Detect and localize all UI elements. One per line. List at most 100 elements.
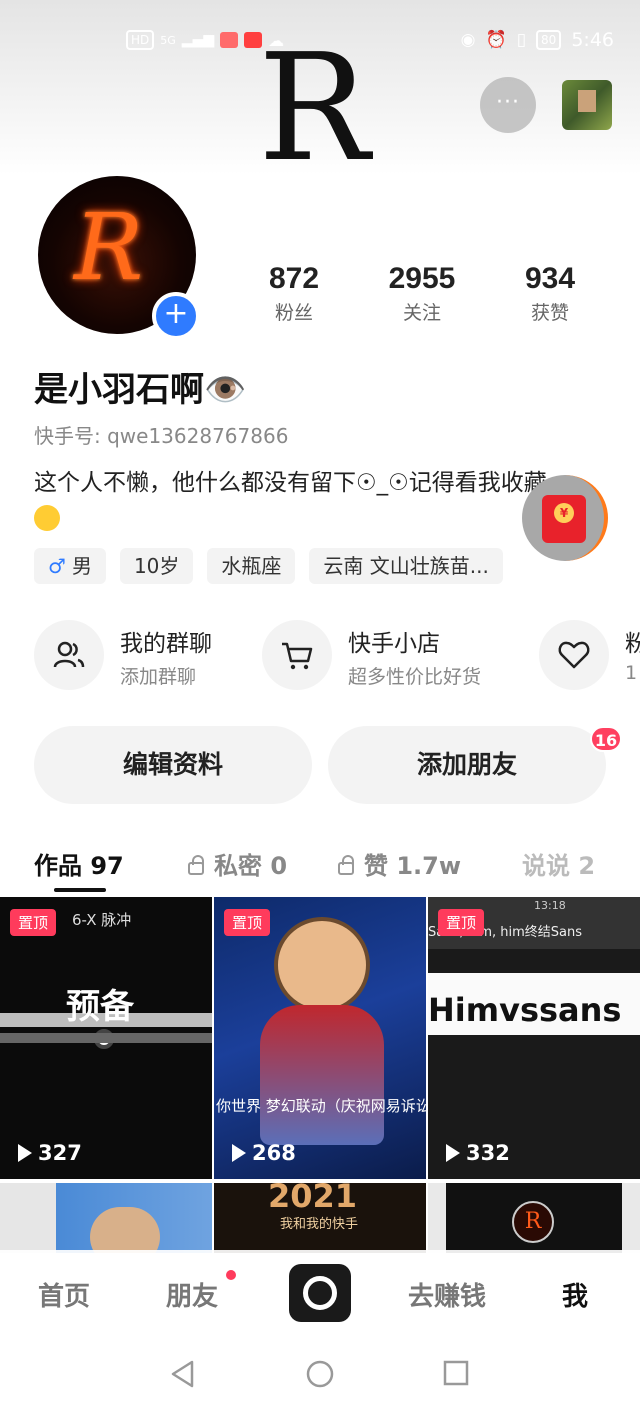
bottom-navigation: 首页 朋友 去赚钱 我 [0, 1250, 640, 1338]
tag-label: 男 [71, 554, 92, 578]
play-count: 332 [446, 1141, 510, 1165]
add-friend-button[interactable]: 添加朋友 [328, 726, 606, 804]
pinned-badge: 置顶 [10, 909, 57, 936]
coin-icon: ¥ [554, 503, 574, 523]
more-options-button[interactable]: ··· [480, 77, 536, 133]
video-logo: R [512, 1201, 554, 1243]
play-count-value: 332 [466, 1141, 510, 1165]
play-icon [232, 1144, 246, 1162]
pinned-badge: 置顶 [224, 909, 271, 936]
video-top-text: 6-X 脉冲 [72, 911, 132, 929]
profile-tags: ♂ 男 10岁 水瓶座 云南 文山壮族苗... [34, 548, 503, 584]
stat-label: 获赞 [530, 302, 569, 324]
stat-followers[interactable]: 872 粉丝 [234, 262, 354, 325]
content-tabs: 作品 97 私密 0 赞 1.7w 说说 2 [0, 840, 640, 892]
feature-title: 我的群聊 [120, 631, 212, 657]
nav-earn[interactable]: 去赚钱 [408, 1276, 486, 1313]
stat-following[interactable]: 2955 关注 [362, 262, 482, 325]
wechat-icon: ☁ [268, 30, 285, 50]
video-card[interactable]: 13:18 Sans, him, him终结Sans Himvssans 置顶 … [428, 897, 640, 1179]
stat-value: 934 [524, 262, 576, 295]
feature-group-chat[interactable]: 我的群聊 添加群聊 [34, 620, 234, 692]
avatar-letter: R [74, 194, 144, 301]
video-character-body [260, 1005, 384, 1145]
stat-label: 关注 [402, 302, 441, 324]
video-card[interactable]: 6-X 脉冲 预备 置顶 327 [0, 897, 212, 1179]
background-thumbnail[interactable] [562, 80, 612, 130]
video-card[interactable]: 你世界 梦幻联动（庆祝网易诉讼送 置顶 268 [214, 897, 426, 1179]
status-left-icons: HD 5G ▂▄▆ ☁ [126, 30, 284, 50]
app-notification-icon [220, 32, 239, 48]
male-icon: ♂ [48, 554, 66, 578]
video-year: 2021 [268, 1183, 358, 1215]
red-envelope-icon: ¥ [542, 495, 586, 543]
nav-friends[interactable]: 朋友 [166, 1276, 218, 1313]
stat-value: 2955 [388, 262, 456, 295]
stat-label: 粉丝 [274, 302, 313, 324]
bio-text: 这个人不懒，他什么都没有留下☉_☉记得看我收藏 [34, 470, 547, 496]
eye-icon: ◉ [460, 30, 476, 50]
back-icon[interactable] [170, 1360, 196, 1388]
stat-likes[interactable]: 934 获赞 [490, 262, 610, 325]
tab-label: 私密 0 [214, 852, 288, 880]
feature-subtitle: 添加群聊 [120, 666, 197, 688]
feature-title: 快手小店 [348, 631, 440, 657]
pinned-badge: 置顶 [438, 909, 485, 936]
video-caption: 我和我的快手 [280, 1217, 359, 1232]
tab-liked[interactable]: 赞 1.7w [338, 846, 461, 881]
tag-zodiac: 水瓶座 [207, 548, 296, 584]
edit-profile-button[interactable]: 编辑资料 [34, 726, 312, 804]
video-card[interactable]: 2021 我和我的快手 [214, 1183, 426, 1253]
status-bar: HD 5G ▂▄▆ ☁ ◉ ⏰ ▯ 80 5:46 [0, 24, 640, 60]
play-count: 327 [18, 1141, 82, 1165]
system-navigation-bar [0, 1338, 640, 1408]
camera-ring-icon [303, 1276, 337, 1310]
nav-home[interactable]: 首页 [38, 1276, 90, 1313]
red-packet-float-button[interactable]: ¥ [522, 475, 608, 561]
cart-icon [262, 620, 332, 690]
add-avatar-button[interactable]: + [152, 292, 200, 340]
nav-me[interactable]: 我 [562, 1276, 588, 1313]
status-right-icons: ◉ ⏰ ▯ 80 5:46 [461, 29, 614, 51]
tag-gender: ♂ 男 [34, 548, 106, 584]
active-tab-indicator [54, 888, 106, 892]
add-friend-badge: 16 [590, 726, 622, 752]
video-card[interactable]: R [428, 1183, 640, 1253]
play-count: 268 [232, 1141, 296, 1165]
thumbnail-figure [578, 90, 596, 112]
home-icon[interactable] [306, 1360, 334, 1388]
video-card[interactable] [0, 1183, 212, 1253]
video-progress-line [0, 1033, 212, 1043]
video-caption: 你世界 梦幻联动（庆祝网易诉讼送 [216, 1097, 426, 1115]
video-time: 13:18 [534, 899, 566, 912]
bio: 这个人不懒，他什么都没有留下☉_☉记得看我收藏 [34, 466, 604, 534]
feature-fans[interactable]: 粉 1 [539, 620, 640, 692]
friends-notification-dot [226, 1270, 236, 1280]
hd-icon: HD [126, 30, 155, 50]
capture-button[interactable] [289, 1264, 351, 1322]
heart-icon [539, 620, 609, 690]
video-main-text: Himvssans [428, 991, 622, 1029]
lock-icon [188, 855, 204, 875]
battery-icon: 80 [536, 30, 562, 50]
smirk-emoji-icon [34, 504, 60, 531]
play-icon [18, 1144, 32, 1162]
recents-icon[interactable] [443, 1360, 469, 1386]
feature-subtitle: 1 [625, 662, 638, 684]
feature-title: 粉 [625, 631, 640, 657]
video-character-head [274, 917, 370, 1013]
user-id[interactable]: 快手号: qwe13628767866 [34, 420, 288, 449]
clock: 5:46 [571, 29, 614, 51]
lock-icon [338, 855, 354, 875]
users-icon [34, 620, 104, 690]
book-notification-icon [244, 32, 263, 48]
nickname: 是小羽石啊👁️ [34, 370, 247, 410]
tab-private[interactable]: 私密 0 [188, 846, 287, 881]
tab-works[interactable]: 作品 97 [34, 846, 124, 881]
alarm-icon: ⏰ [485, 30, 507, 50]
feature-shop[interactable]: 快手小店 超多性价比好货 [262, 620, 522, 692]
video-face [90, 1207, 160, 1253]
tab-posts[interactable]: 说说 2 [522, 846, 595, 881]
play-count-value: 327 [38, 1141, 82, 1165]
tag-location: 云南 文山壮族苗... [309, 548, 503, 584]
